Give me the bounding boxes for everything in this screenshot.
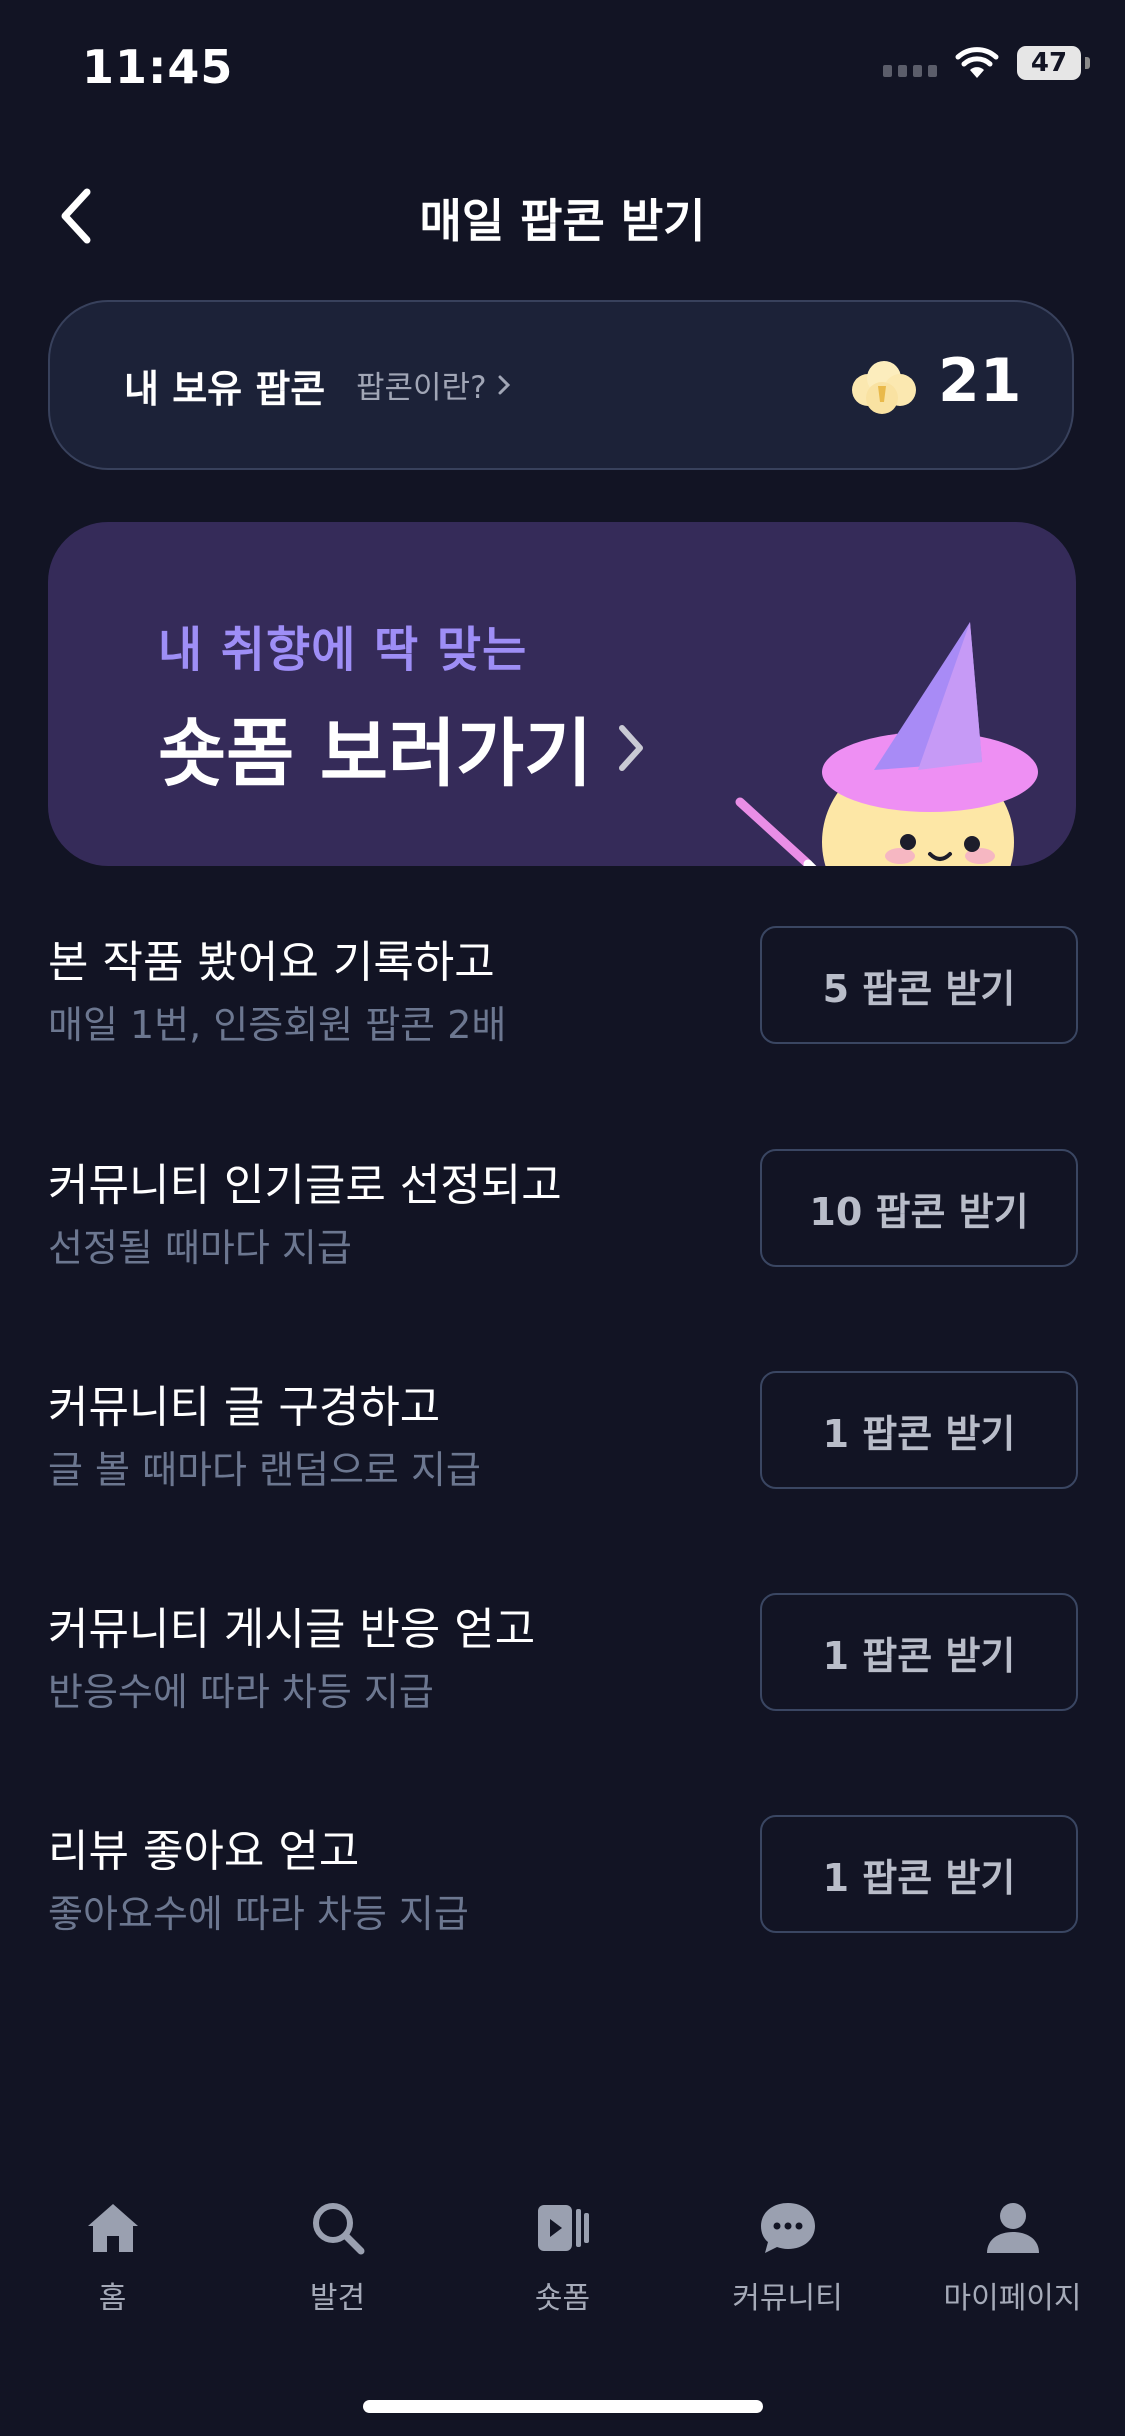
status-icons: 47 xyxy=(883,46,1090,80)
task-subtitle: 좋아요수에 따라 차등 지급 xyxy=(48,1892,469,1936)
task-item: 커뮤니티 글 구경하고 글 볼 때마다 랜덤으로 지급 1 팝콘 받기 xyxy=(48,1371,1078,1492)
task-item: 리뷰 좋아요 얻고 좋아요수에 따라 차등 지급 1 팝콘 받기 xyxy=(48,1815,1078,1936)
claim-popcorn-button[interactable]: 5 팝콘 받기 xyxy=(760,926,1078,1044)
task-item: 본 작품 봤어요 기록하고 매일 1번, 인증회원 팝콘 2배 5 팝콘 받기 xyxy=(48,926,1078,1047)
owned-popcorn-label: 내 보유 팝콘 xyxy=(124,367,326,411)
bottom-tab-bar: 홈 발견 숏폼 커뮤니티 마이페이지 xyxy=(0,2175,1125,2335)
chevron-right-icon xyxy=(498,375,510,394)
tab-home[interactable]: 홈 xyxy=(0,2199,225,2317)
tab-label: 커뮤니티 xyxy=(732,2281,843,2316)
task-title: 커뮤니티 게시글 반응 얻고 xyxy=(48,1604,536,1655)
wifi-icon xyxy=(955,47,999,78)
home-icon xyxy=(87,2204,138,2252)
claim-popcorn-button[interactable]: 1 팝콘 받기 xyxy=(760,1815,1078,1933)
tab-label: 숏폼 xyxy=(534,2281,591,2316)
chevron-right-icon xyxy=(619,724,644,771)
what-is-popcorn-link[interactable]: 팝콘이란? xyxy=(356,362,511,407)
task-item: 커뮤니티 게시글 반응 얻고 반응수에 따라 차등 지급 1 팝콘 받기 xyxy=(48,1593,1078,1714)
tab-community[interactable]: 커뮤니티 xyxy=(675,2199,900,2317)
home-indicator xyxy=(363,2400,763,2413)
tab-mypage[interactable]: 마이페이지 xyxy=(900,2199,1125,2317)
status-time: 11:45 xyxy=(82,40,234,94)
cellular-signal-icon xyxy=(883,49,937,77)
popcorn-icon xyxy=(852,361,916,414)
task-item: 커뮤니티 인기글로 선정되고 선정될 때마다 지급 10 팝콘 받기 xyxy=(48,1149,1078,1270)
task-subtitle: 매일 1번, 인증회원 팝콘 2배 xyxy=(48,1003,507,1047)
tab-discover[interactable]: 발견 xyxy=(225,2199,450,2317)
wizard-mascot-illustration xyxy=(735,622,1038,866)
tab-label: 마이페이지 xyxy=(943,2281,1082,2316)
what-is-popcorn-label: 팝콘이란? xyxy=(356,370,487,406)
shortform-icon xyxy=(537,2205,589,2251)
claim-popcorn-button[interactable]: 1 팝콘 받기 xyxy=(760,1371,1078,1489)
person-icon xyxy=(986,2203,1039,2253)
shortform-banner[interactable]: 내 취향에 딱 맞는 숏폼 보러가기 xyxy=(48,522,1076,866)
task-subtitle: 선정될 때마다 지급 xyxy=(48,1226,352,1270)
task-title: 커뮤니티 인기글로 선정되고 xyxy=(48,1160,562,1211)
task-title: 리뷰 좋아요 얻고 xyxy=(48,1826,360,1877)
tab-shortform[interactable]: 숏폼 xyxy=(450,2199,675,2317)
task-subtitle: 반응수에 따라 차등 지급 xyxy=(48,1670,434,1714)
banner-subtitle: 내 취향에 딱 맞는 xyxy=(158,622,528,678)
popcorn-balance-card: 내 보유 팝콘 팝콘이란? 21 xyxy=(48,300,1074,470)
chat-bubble-icon xyxy=(760,2203,815,2253)
popcorn-count: 21 xyxy=(938,346,1022,416)
task-subtitle: 글 볼 때마다 랜덤으로 지급 xyxy=(48,1448,481,1492)
tab-label: 홈 xyxy=(98,2281,127,2316)
tab-label: 발견 xyxy=(309,2281,366,2316)
search-icon xyxy=(312,2203,364,2255)
page-title: 매일 팝콘 받기 xyxy=(419,194,706,248)
claim-popcorn-button[interactable]: 10 팝콘 받기 xyxy=(760,1149,1078,1267)
battery-icon: 47 xyxy=(1017,46,1090,80)
task-title: 본 작품 봤어요 기록하고 xyxy=(48,937,495,988)
claim-popcorn-button[interactable]: 1 팝콘 받기 xyxy=(760,1593,1078,1711)
banner-title-row: 숏폼 보러가기 xyxy=(158,694,646,801)
nav-header: 매일 팝콘 받기 xyxy=(0,175,1125,255)
banner-title: 숏폼 보러가기 xyxy=(158,711,593,797)
status-bar: 11:45 47 xyxy=(0,0,1125,130)
task-title: 커뮤니티 글 구경하고 xyxy=(48,1382,441,1433)
